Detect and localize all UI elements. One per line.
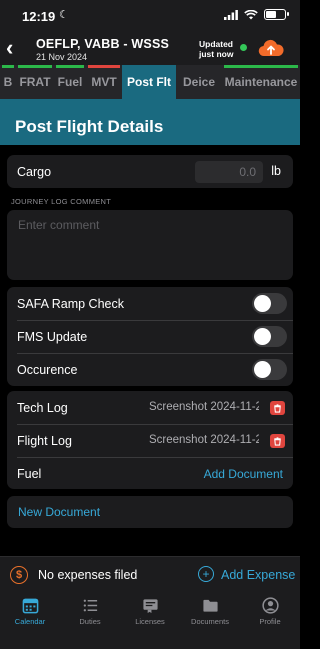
document-row-tech-log: Tech Log Screenshot 2024-11-22...: [7, 391, 293, 424]
safa-ramp-check-toggle[interactable]: [252, 293, 287, 314]
new-document-card: New Document: [7, 496, 293, 528]
route-title: OEFLP, VABB - WSSS: [36, 37, 170, 51]
status-bar: 12:19 ☾: [0, 0, 300, 34]
document-filename[interactable]: Screenshot 2024-11-22...: [149, 434, 259, 446]
nav-label: Calendar: [14, 617, 46, 626]
toggle-knob: [254, 361, 271, 378]
flight-header: ‹ OEFLP, VABB - WSSS 21 Nov 2024 Updated…: [0, 34, 300, 65]
cargo-row: Cargo 0.0 lb: [7, 155, 293, 188]
wifi-icon: [244, 9, 258, 19]
status-time: 12:19: [22, 9, 56, 24]
fms-update-toggle[interactable]: [252, 326, 287, 347]
moon-icon: ☾: [59, 9, 69, 21]
cellular-icon: [224, 9, 238, 20]
toggle-row-occurence: Occurence: [7, 353, 293, 386]
document-row-fuel: Fuel Add Document: [7, 457, 293, 490]
occurence-toggle[interactable]: [252, 359, 287, 380]
cloud-upload-icon[interactable]: [258, 38, 284, 58]
document-label: Fuel: [17, 466, 42, 481]
document-label: Flight Log: [17, 433, 72, 448]
journey-log-comment-field[interactable]: Enter comment: [7, 210, 293, 280]
dollar-icon: $: [10, 566, 28, 584]
tab-mvt[interactable]: MVT: [86, 65, 122, 99]
journey-log-caption: JOURNEY LOG COMMENT: [11, 197, 112, 206]
toggle-knob: [254, 328, 271, 345]
tab-status-bar: [224, 65, 298, 68]
profile-icon: [261, 597, 279, 614]
documents-card: Tech Log Screenshot 2024-11-22... Flight…: [7, 391, 293, 489]
nav-profile[interactable]: Profile: [240, 592, 300, 649]
toggle-label: SAFA Ramp Check: [17, 296, 124, 311]
tab-label: Post Flt: [127, 75, 171, 89]
tab-status-bar: [18, 65, 52, 68]
sync-status-line2: just now: [199, 49, 234, 59]
battery-icon: [264, 9, 289, 20]
nav-duties[interactable]: Duties: [60, 592, 120, 649]
trash-icon[interactable]: [270, 401, 285, 415]
nav-label: Profile: [259, 617, 281, 626]
tab-status-bar: [56, 65, 84, 68]
nav-label: Licenses: [135, 617, 165, 626]
checks-card: SAFA Ramp Check FMS Update Occurence: [7, 287, 293, 386]
nav-licenses[interactable]: Licenses: [120, 592, 180, 649]
nav-label: Duties: [79, 617, 101, 626]
document-label: Tech Log: [17, 400, 68, 415]
toggle-knob: [254, 295, 271, 312]
add-document-button[interactable]: Add Document: [204, 467, 283, 481]
license-icon: [142, 599, 158, 614]
toggle-label: Occurence: [17, 362, 78, 377]
document-row-flight-log: Flight Log Screenshot 2024-11-22...: [7, 424, 293, 457]
toggle-label: FMS Update: [17, 329, 88, 344]
toggle-row-fms: FMS Update: [7, 320, 293, 353]
plus-circle-icon[interactable]: +: [198, 566, 214, 582]
cargo-input[interactable]: 0.0: [195, 161, 263, 183]
online-indicator: [240, 44, 247, 51]
tab-frat[interactable]: FRAT: [16, 65, 54, 99]
section-header: Post Flight Details: [0, 99, 300, 145]
tab-label: Deice: [182, 75, 216, 89]
tab-label: Fuel: [57, 75, 83, 89]
tab-deice[interactable]: Deice: [176, 65, 222, 99]
sync-status-line1: Updated: [199, 39, 233, 49]
tab-label: Maintenance: [224, 75, 298, 89]
cargo-unit: lb: [271, 164, 281, 178]
tab-post-flt[interactable]: Post Flt: [122, 65, 176, 99]
back-chevron-icon[interactable]: ‹: [6, 35, 13, 61]
comment-placeholder: Enter comment: [18, 218, 100, 232]
bottom-nav: Calendar Duties Licenses Documents Profi…: [0, 592, 300, 649]
tab-label: B: [3, 75, 13, 89]
folder-icon: [202, 599, 218, 612]
trash-icon[interactable]: [270, 434, 285, 448]
tab-label: FRAT: [19, 75, 51, 89]
nav-calendar[interactable]: Calendar: [0, 592, 60, 649]
expenses-status: No expenses filed: [38, 568, 138, 582]
tab-b[interactable]: B: [0, 65, 16, 99]
add-expense-button[interactable]: Add Expense: [221, 568, 295, 582]
new-document-button[interactable]: New Document: [18, 505, 100, 519]
flight-date: 21 Nov 2024: [36, 52, 88, 62]
list-icon: [83, 599, 97, 612]
page-title: Post Flight Details: [15, 117, 164, 136]
tab-label: MVT: [91, 75, 117, 89]
system-icons: [224, 9, 289, 20]
tab-status-bar: [88, 65, 120, 68]
calendar-icon: [22, 598, 38, 614]
cargo-card: Cargo 0.0 lb: [7, 155, 293, 188]
nav-label: Documents: [191, 617, 229, 626]
cargo-label: Cargo: [17, 164, 52, 179]
expenses-bar: $ No expenses filed + Add Expense: [0, 556, 300, 592]
toggle-row-safa: SAFA Ramp Check: [7, 287, 293, 320]
section-tabs: B FRAT Fuel MVT Post Flt Deice Maintenan…: [0, 65, 300, 99]
nav-documents[interactable]: Documents: [180, 592, 240, 649]
sync-status: Updated just now: [199, 39, 233, 59]
document-filename[interactable]: Screenshot 2024-11-22...: [149, 401, 259, 413]
tab-maintenance[interactable]: Maintenance: [222, 65, 300, 99]
tab-status-bar: [2, 65, 14, 68]
tab-fuel[interactable]: Fuel: [54, 65, 86, 99]
